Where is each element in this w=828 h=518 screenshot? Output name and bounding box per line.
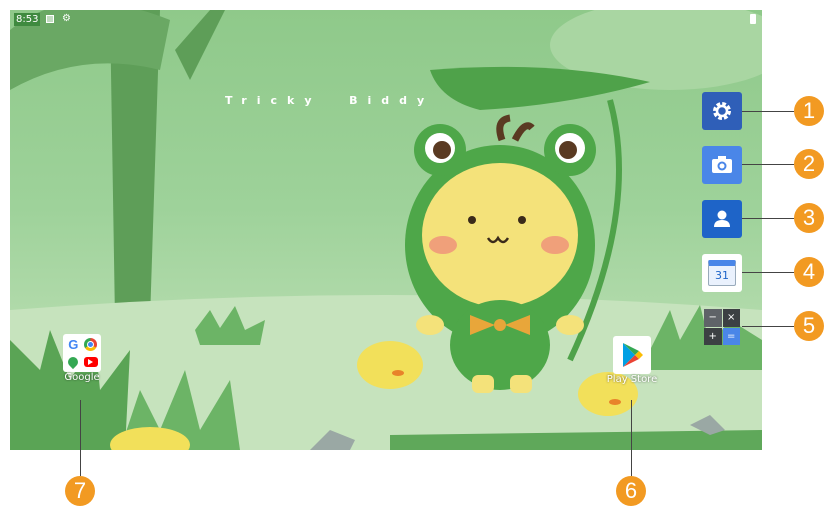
play-store-label: Play Store bbox=[606, 374, 658, 385]
callout-5: 5 bbox=[794, 311, 824, 341]
settings-notification-icon: ⚙ bbox=[62, 13, 71, 24]
calendar-icon: 31 bbox=[708, 260, 736, 286]
calendar-app-button[interactable]: 31 bbox=[702, 254, 742, 292]
calc-plus: + bbox=[704, 327, 722, 345]
calendar-day: 31 bbox=[715, 269, 729, 282]
calc-equals: = bbox=[722, 327, 740, 345]
wallpaper-title: Tricky Biddy bbox=[225, 94, 435, 107]
camera-icon bbox=[712, 156, 732, 173]
contacts-app-button[interactable] bbox=[702, 200, 742, 238]
callout-line-5 bbox=[742, 326, 794, 327]
calc-times: × bbox=[722, 309, 740, 327]
callout-6: 6 bbox=[616, 476, 646, 506]
callout-4: 4 bbox=[794, 257, 824, 287]
calculator-app-button[interactable]: − × + = bbox=[702, 308, 742, 346]
callout-line-7 bbox=[80, 400, 81, 476]
calc-minus: − bbox=[704, 309, 722, 327]
callout-line-1 bbox=[742, 111, 794, 112]
callout-7: 7 bbox=[65, 476, 95, 506]
status-time: 8:53 bbox=[14, 13, 41, 26]
google-folder-label: Google bbox=[64, 372, 100, 383]
callout-3: 3 bbox=[794, 203, 824, 233]
google-g-icon: G bbox=[68, 336, 79, 352]
camera-app-button[interactable] bbox=[702, 146, 742, 184]
youtube-icon bbox=[83, 354, 100, 371]
callout-line-4 bbox=[742, 272, 794, 273]
callout-line-3 bbox=[742, 218, 794, 219]
callout-line-6 bbox=[631, 400, 632, 476]
chrome-icon bbox=[83, 336, 100, 353]
settings-app-button[interactable] bbox=[702, 92, 742, 130]
home-screen: 8:53 ⚙ Tricky Biddy 31 − × + = Play Stor… bbox=[10, 10, 762, 450]
gear-icon bbox=[713, 102, 731, 120]
callout-line-2 bbox=[742, 164, 794, 165]
play-store-icon bbox=[623, 343, 643, 367]
google-folder-button[interactable]: G Google bbox=[54, 334, 110, 383]
person-icon bbox=[714, 210, 730, 227]
play-store-app-button[interactable]: Play Store bbox=[602, 336, 662, 385]
calculator-icon: − × + = bbox=[704, 309, 740, 345]
battery-icon bbox=[750, 14, 756, 24]
maps-icon bbox=[65, 354, 82, 371]
callout-1: 1 bbox=[794, 96, 824, 126]
image-notification-icon bbox=[46, 15, 54, 23]
callout-2: 2 bbox=[794, 149, 824, 179]
